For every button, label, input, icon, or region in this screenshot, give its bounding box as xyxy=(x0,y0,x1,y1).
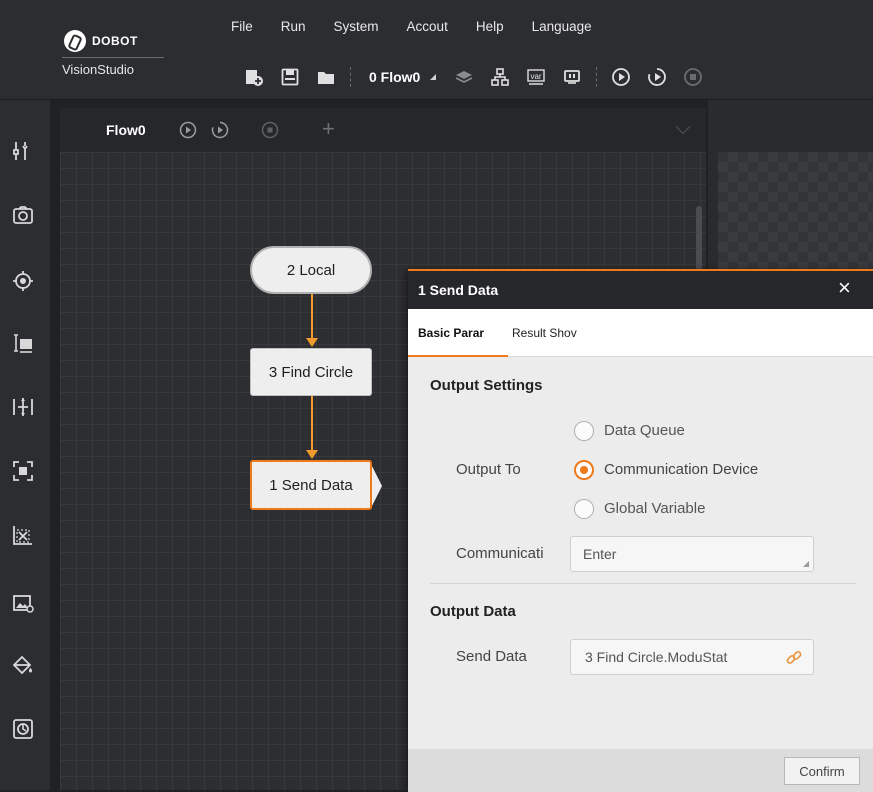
image-process-icon[interactable] xyxy=(8,588,38,618)
flow-node-send-data[interactable]: 1 Send Data xyxy=(250,460,382,510)
locate-icon[interactable] xyxy=(8,266,38,296)
menu-run[interactable]: Run xyxy=(281,19,306,39)
measure-icon[interactable] xyxy=(8,328,38,358)
radio-communication-device[interactable] xyxy=(574,460,594,480)
node-label: 3 Find Circle xyxy=(268,363,354,381)
send-data-label: Send Data xyxy=(456,648,527,665)
tools-icon[interactable] xyxy=(8,136,38,166)
connector-arrow xyxy=(306,338,318,347)
flow-node-find-circle[interactable]: 3 Find Circle xyxy=(250,348,372,396)
flow-run-continuous-icon[interactable] xyxy=(210,120,230,140)
communication-device-field[interactable]: Enter xyxy=(570,536,814,572)
send-data-value: 3 Find Circle.ModuStat xyxy=(585,649,728,665)
node-label: 1 Send Data xyxy=(269,476,353,494)
node-label: 2 Local xyxy=(286,261,336,279)
flow-tab[interactable]: Flow0 xyxy=(106,122,146,138)
chevron-down-icon[interactable] xyxy=(675,119,691,135)
hierarchy-icon[interactable] xyxy=(484,65,516,89)
resize-grip-icon xyxy=(803,561,809,567)
flow-selector[interactable]: 0 Flow0 xyxy=(369,69,437,85)
toolbar-separator xyxy=(350,67,351,87)
svg-text:var: var xyxy=(531,72,542,81)
option-data-queue[interactable]: Data Queue xyxy=(604,422,685,439)
recognize-icon[interactable] xyxy=(8,456,38,486)
menu-account[interactable]: Accout xyxy=(407,19,448,39)
toolbar: 0 Flow0 var xyxy=(238,62,713,92)
flow-tab-bar: Flow0 + xyxy=(60,108,706,152)
communication-device-value: Enter xyxy=(583,546,617,562)
tool-sidebar xyxy=(0,100,50,790)
connector-line xyxy=(311,294,313,340)
menu-language[interactable]: Language xyxy=(532,19,592,39)
stop-icon[interactable] xyxy=(677,65,709,89)
save-icon[interactable] xyxy=(274,65,306,89)
dialog-footer: Confirm xyxy=(408,749,873,792)
dialog-title: 1 Send Data xyxy=(418,282,499,298)
add-flow-button[interactable]: + xyxy=(322,116,335,142)
calibrate-icon[interactable] xyxy=(8,392,38,422)
confirm-button[interactable]: Confirm xyxy=(784,757,860,785)
run-once-icon[interactable] xyxy=(605,65,637,89)
option-communication-device[interactable]: Communication Device xyxy=(604,461,758,478)
section-divider xyxy=(430,583,856,584)
menu-help[interactable]: Help xyxy=(476,19,504,39)
link-icon[interactable] xyxy=(785,649,803,667)
run-continuous-icon[interactable] xyxy=(641,65,673,89)
close-icon[interactable]: × xyxy=(838,277,851,299)
brand-name: DOBOT xyxy=(92,34,138,48)
camera-icon[interactable] xyxy=(8,200,38,230)
output-to-label: Output To xyxy=(456,461,521,478)
connector-arrow xyxy=(306,450,318,459)
output-data-heading: Output Data xyxy=(430,603,516,620)
dialog-tabs: Basic Parar Result Shov xyxy=(408,309,873,357)
send-data-dialog: 1 Send Data × Basic Parar Result Shov Ou… xyxy=(408,269,873,792)
defect-icon[interactable] xyxy=(8,520,38,550)
communication-label: Communicati xyxy=(456,545,544,562)
toolbar-separator xyxy=(596,67,598,87)
tab-result-show[interactable]: Result Shov xyxy=(512,326,577,340)
output-settings-heading: Output Settings xyxy=(430,377,543,394)
logic-icon[interactable] xyxy=(8,714,38,744)
send-data-field[interactable]: 3 Find Circle.ModuStat xyxy=(570,639,814,675)
flow-selector-value: 0 Flow0 xyxy=(369,69,421,85)
radio-global-variable[interactable] xyxy=(574,499,594,519)
app-name: VisionStudio xyxy=(62,62,135,77)
radio-data-queue[interactable] xyxy=(574,421,594,441)
flow-node-local[interactable]: 2 Local xyxy=(250,246,372,294)
var-icon[interactable]: var xyxy=(520,65,552,89)
connector-line xyxy=(311,396,313,452)
tab-basic-params[interactable]: Basic Parar xyxy=(408,309,508,357)
dialog-title-bar[interactable]: 1 Send Data × xyxy=(408,271,873,309)
tab-label: Basic Parar xyxy=(418,326,485,340)
logo-divider xyxy=(62,57,164,58)
flow-run-once-icon[interactable] xyxy=(178,120,198,140)
option-global-variable[interactable]: Global Variable xyxy=(604,500,705,517)
dobot-logo-icon xyxy=(64,30,86,52)
color-icon[interactable] xyxy=(8,650,38,680)
open-folder-icon[interactable] xyxy=(310,65,342,89)
caret-down-icon xyxy=(430,74,437,80)
io-icon[interactable] xyxy=(556,65,588,89)
flow-stop-icon[interactable] xyxy=(260,120,280,140)
new-solution-icon[interactable] xyxy=(238,65,270,89)
top-bar: DOBOT VisionStudio File Run System Accou… xyxy=(0,0,873,100)
menu-file[interactable]: File xyxy=(231,19,253,39)
menu-system[interactable]: System xyxy=(334,19,379,39)
menu-bar: File Run System Accout Help Language xyxy=(231,19,620,39)
layers-icon[interactable] xyxy=(448,65,480,89)
